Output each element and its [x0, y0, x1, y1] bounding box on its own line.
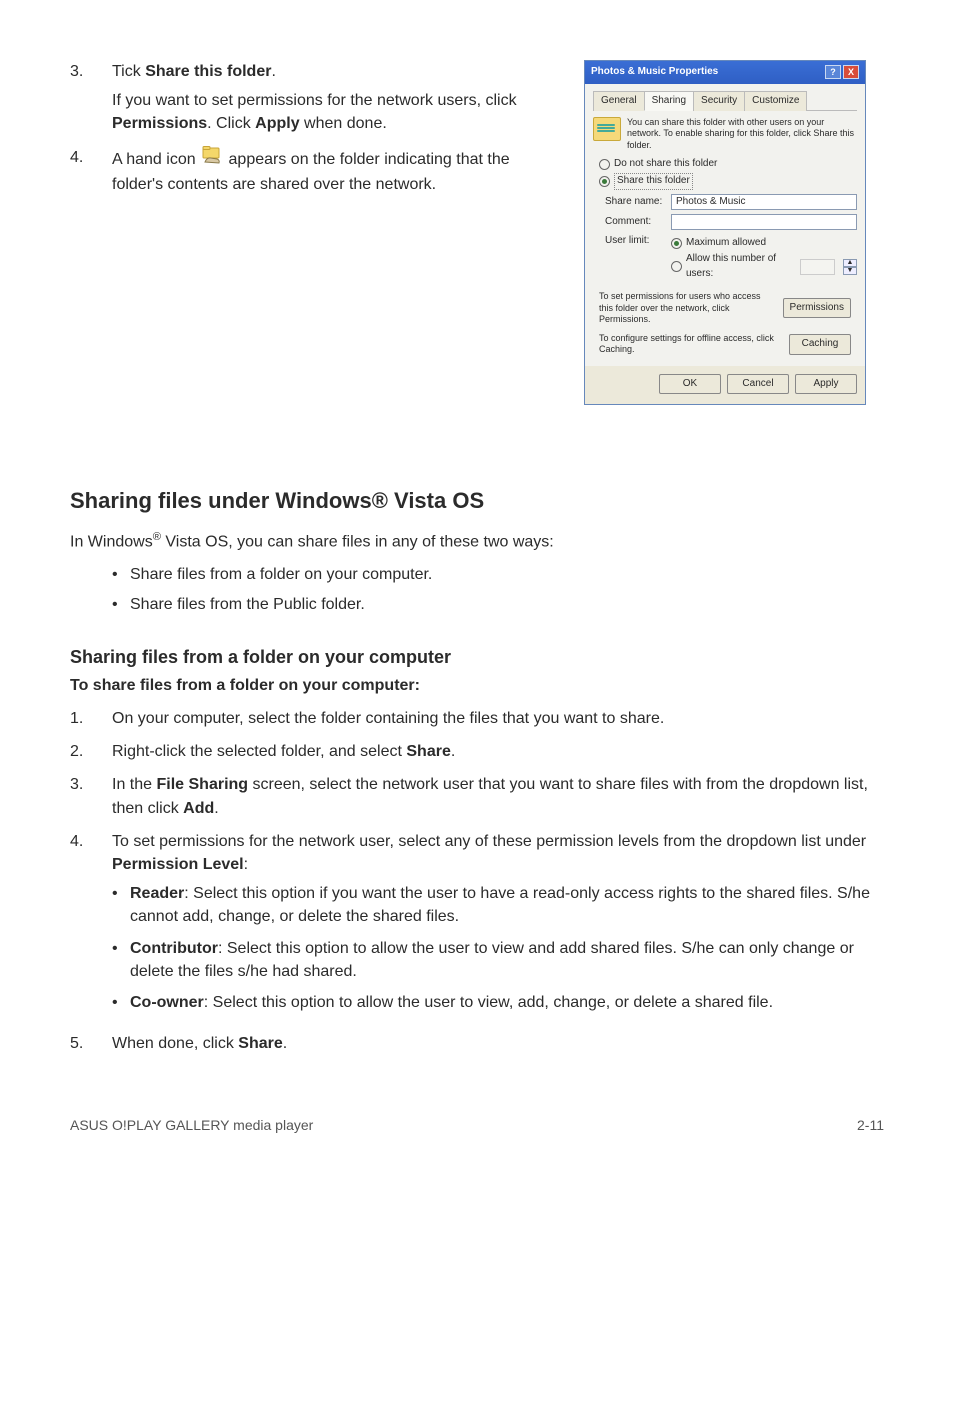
bullet-icon: • [112, 563, 130, 586]
share-from-folder-heading: Sharing files from a folder on your comp… [70, 644, 884, 670]
bullet-share-from-folder: Share files from a folder on your comput… [130, 563, 432, 586]
footer-page-number: 2-11 [857, 1115, 884, 1135]
close-icon[interactable]: X [843, 65, 859, 79]
tab-customize[interactable]: Customize [744, 91, 807, 112]
properties-dialog: Photos & Music Properties ? X General Sh… [584, 60, 866, 405]
sf-step1-num: 1. [70, 707, 112, 730]
perm-contributor-text: : Select this option to allow the user t… [130, 940, 854, 980]
step3-para: If you want to set permissions for the n… [112, 89, 560, 135]
sf-step2-num: 2. [70, 740, 112, 763]
step3-text-a: Tick [112, 63, 145, 80]
dialog-titlebar: Photos & Music Properties ? X [585, 61, 865, 84]
perm-coowner-text: : Select this option to allow the user t… [204, 994, 773, 1011]
apply-button[interactable]: Apply [795, 374, 857, 395]
perm-contributor-label: Contributor [130, 940, 218, 957]
radio-do-not-share[interactable] [599, 159, 610, 170]
step3-para-a: If you want to set permissions for the n… [112, 92, 517, 109]
caching-button[interactable]: Caching [789, 334, 851, 355]
bullet-icon: • [112, 593, 130, 616]
comment-input[interactable] [671, 214, 857, 230]
spinner-down-icon[interactable]: ▼ [843, 267, 857, 275]
step3-para-c: . Click [207, 115, 255, 132]
label-user-limit: User limit: [605, 234, 667, 249]
footer-left: ASUS O!PLAY GALLERY media player [70, 1115, 313, 1135]
tab-sharing[interactable]: Sharing [644, 91, 694, 112]
sf-step3-text: In the File Sharing screen, select the n… [112, 773, 884, 819]
sf-step3-e: . [214, 800, 218, 817]
perm-coowner-label: Co-owner [130, 994, 204, 1011]
sf-step5-a: When done, click [112, 1035, 238, 1052]
permissions-button[interactable]: Permissions [783, 298, 851, 319]
radio-max-allowed[interactable] [671, 238, 682, 249]
dialog-title: Photos & Music Properties [591, 65, 718, 80]
label-do-not-share: Do not share this folder [614, 157, 717, 172]
step4-number: 4. [70, 146, 112, 196]
shared-folder-icon [593, 117, 621, 141]
ok-button[interactable]: OK [659, 374, 721, 395]
vista-intro-a: In Windows [70, 533, 153, 550]
bullet-icon: • [112, 937, 130, 983]
sf-step4-text: To set permissions for the network user,… [112, 830, 884, 1022]
tab-security[interactable]: Security [693, 91, 745, 112]
sf-step1-text: On your computer, select the folder cont… [112, 707, 884, 730]
perm-reader-text: : Select this option if you want the use… [130, 885, 870, 925]
sf-step2-a: Right-click the selected folder, and sel… [112, 743, 406, 760]
spinner-up-icon[interactable]: ▲ [843, 259, 857, 267]
step4-text: A hand icon appears on the folder indica… [112, 146, 560, 196]
cancel-button[interactable]: Cancel [727, 374, 789, 395]
step3-bold: Share this folder [145, 63, 271, 80]
perm-reader-label: Reader [130, 885, 184, 902]
sf-step3-a: In the [112, 776, 156, 793]
sf-step2-c: . [451, 743, 455, 760]
registered-icon: ® [153, 531, 161, 543]
bullet-icon: • [112, 991, 130, 1014]
vista-section-title: Sharing files under Windows® Vista OS [70, 485, 884, 517]
sf-step2-share: Share [406, 743, 450, 760]
dialog-info-text: You can share this folder with other use… [627, 117, 857, 151]
step3-apply: Apply [255, 115, 299, 132]
vista-intro-b: Vista OS, you can share files in any of … [161, 533, 554, 550]
sf-step3-add: Add [183, 800, 214, 817]
sf-step4-num: 4. [70, 830, 112, 1022]
label-share-folder: Share this folder [614, 173, 693, 190]
sf-step3-filesharing: File Sharing [156, 776, 248, 793]
bullet-share-public: Share files from the Public folder. [130, 593, 365, 616]
sf-step5-text: When done, click Share. [112, 1032, 884, 1055]
share-name-input[interactable]: Photos & Music [671, 194, 857, 210]
sf-step5-num: 5. [70, 1032, 112, 1055]
sf-step4-permlevel: Permission Level [112, 856, 244, 873]
label-max-allowed: Maximum allowed [686, 236, 766, 251]
help-icon[interactable]: ? [825, 65, 841, 79]
sf-step5-c: . [283, 1035, 287, 1052]
step3-dot: . [271, 63, 275, 80]
sf-step4-c: : [244, 856, 248, 873]
caching-text: To configure settings for offline access… [599, 333, 783, 356]
sf-step5-share: Share [238, 1035, 282, 1052]
radio-share-folder[interactable] [599, 176, 610, 187]
tab-general[interactable]: General [593, 91, 645, 112]
bullet-icon: • [112, 882, 130, 928]
step3-line1: Tick Share this folder. [112, 60, 560, 83]
permissions-text: To set permissions for users who access … [599, 291, 777, 325]
label-allow-number: Allow this number of users: [686, 252, 790, 281]
step3-permissions: Permissions [112, 115, 207, 132]
vista-intro: In Windows® Vista OS, you can share file… [70, 529, 884, 554]
user-count-input[interactable] [800, 259, 835, 275]
step3-para-e: when done. [300, 115, 387, 132]
label-share-name: Share name: [605, 195, 667, 210]
sf-step2-text: Right-click the selected folder, and sel… [112, 740, 884, 763]
step3-number: 3. [70, 60, 112, 136]
sf-step3-num: 3. [70, 773, 112, 819]
label-comment: Comment: [605, 215, 667, 230]
radio-allow-number[interactable] [671, 261, 682, 272]
share-from-folder-lead: To share files from a folder on your com… [70, 674, 884, 697]
shared-folder-hand-icon [200, 146, 224, 173]
sf-step4-a: To set permissions for the network user,… [112, 833, 866, 850]
step4-a: A hand icon [112, 150, 200, 167]
